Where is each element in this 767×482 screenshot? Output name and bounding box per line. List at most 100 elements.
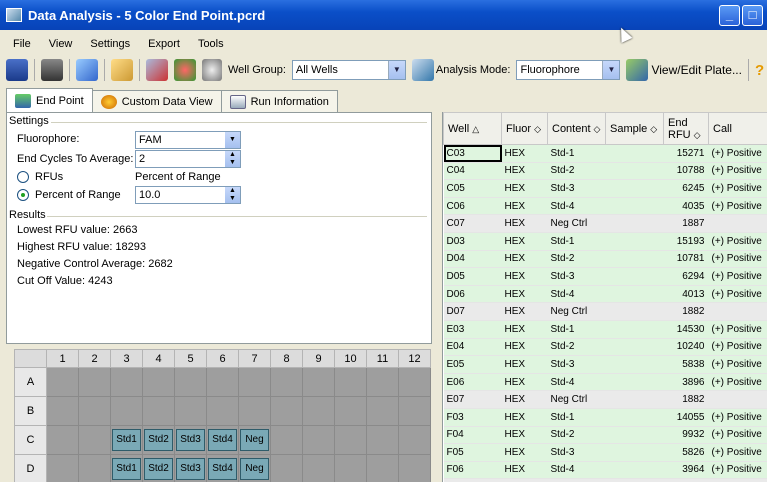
plate-well[interactable]: [46, 454, 79, 482]
chart-icon[interactable]: [76, 59, 98, 81]
spin-arrows-icon[interactable]: ▲ ▼: [225, 187, 240, 203]
plate-well[interactable]: [334, 425, 367, 455]
sort-icon[interactable]: ◇: [594, 124, 601, 134]
table-cell[interactable]: [605, 338, 664, 357]
plate-well[interactable]: [78, 454, 111, 482]
chevron-down-icon[interactable]: ▼: [225, 132, 240, 148]
table-cell[interactable]: HEX: [501, 162, 548, 181]
table-cell[interactable]: [605, 373, 664, 392]
plate-well[interactable]: [174, 367, 207, 397]
view-edit-plate-button[interactable]: View/Edit Plate...: [651, 63, 742, 77]
plate-row-header[interactable]: B: [14, 396, 47, 426]
column-header[interactable]: Fluor ◇: [501, 112, 548, 145]
table-cell[interactable]: Std-4: [547, 461, 606, 480]
table-cell[interactable]: Std-1: [547, 320, 606, 339]
menu-tools[interactable]: Tools: [189, 38, 233, 50]
table-cell[interactable]: Neg Ctrl: [547, 214, 606, 233]
tab-run-information[interactable]: Run Information: [220, 90, 338, 112]
table-cell[interactable]: C06: [443, 197, 502, 216]
table-cell[interactable]: [605, 426, 664, 445]
plate-well[interactable]: [110, 367, 143, 397]
table-cell[interactable]: 5826: [663, 443, 709, 462]
minimize-button[interactable]: _: [719, 5, 740, 26]
plate-well[interactable]: [206, 396, 239, 426]
plate-well[interactable]: Std2: [142, 454, 175, 482]
table-cell[interactable]: 1882: [663, 390, 709, 409]
column-header[interactable]: Well △: [443, 112, 502, 145]
table-cell[interactable]: C04: [443, 162, 502, 181]
table-cell[interactable]: F05: [443, 443, 502, 462]
plate-column-header[interactable]: 11: [366, 349, 399, 368]
table-cell[interactable]: Neg Ctrl: [547, 302, 606, 321]
table-row[interactable]: E07 HEX Neg Ctrl 1882: [443, 390, 767, 409]
table-row[interactable]: D07 HEX Neg Ctrl 1882: [443, 302, 767, 321]
table-cell[interactable]: HEX: [501, 461, 548, 480]
plate-well[interactable]: [46, 396, 79, 426]
column-header[interactable]: Call: [708, 112, 767, 145]
table-cell[interactable]: HEX: [501, 144, 548, 163]
plate-row-header[interactable]: A: [14, 367, 47, 397]
table-cell[interactable]: D03: [443, 232, 502, 251]
table-cell[interactable]: HEX: [501, 302, 548, 321]
plate-well[interactable]: Std1: [110, 425, 143, 455]
plate-well[interactable]: [398, 454, 431, 482]
plate-well[interactable]: [334, 454, 367, 482]
table-cell[interactable]: Neg Ctrl: [547, 390, 606, 409]
table-row[interactable]: E03 HEX Std-1 14530 (+) Positive: [443, 320, 767, 339]
table-row[interactable]: E05 HEX Std-3 5838 (+) Positive: [443, 355, 767, 374]
table-cell[interactable]: Std-3: [547, 179, 606, 198]
table-cell[interactable]: [605, 320, 664, 339]
plate-column-header[interactable]: 12: [398, 349, 431, 368]
table-cell[interactable]: 4013: [663, 285, 709, 304]
table-cell[interactable]: HEX: [501, 390, 548, 409]
table-row[interactable]: C07 HEX Neg Ctrl 1887: [443, 214, 767, 233]
table-cell[interactable]: HEX: [501, 179, 548, 198]
color-dyes-icon[interactable]: [174, 59, 196, 81]
table-cell[interactable]: D07: [443, 302, 502, 321]
chevron-down-icon[interactable]: ▼: [602, 61, 620, 79]
sort-icon[interactable]: ◇: [694, 130, 701, 140]
table-cell[interactable]: [708, 302, 767, 321]
table-cell[interactable]: Std-4: [547, 197, 606, 216]
table-cell[interactable]: (+) Positive: [708, 408, 767, 427]
plate-column-header[interactable]: 4: [142, 349, 175, 368]
well-group-icon[interactable]: [202, 59, 222, 81]
plate-well[interactable]: [366, 425, 399, 455]
table-cell[interactable]: [605, 355, 664, 374]
table-cell[interactable]: HEX: [501, 267, 548, 286]
table-cell[interactable]: Std-4: [547, 373, 606, 392]
maximize-button[interactable]: □: [742, 5, 763, 26]
table-cell[interactable]: 5838: [663, 355, 709, 374]
plate-well[interactable]: [302, 425, 335, 455]
table-cell[interactable]: (+) Positive: [708, 162, 767, 181]
plate-column-header[interactable]: 8: [270, 349, 303, 368]
plate-column-header[interactable]: 2: [78, 349, 111, 368]
table-cell[interactable]: HEX: [501, 250, 548, 269]
plate-well[interactable]: [302, 396, 335, 426]
table-row[interactable]: F06 HEX Std-4 3964 (+) Positive: [443, 461, 767, 480]
table-cell[interactable]: E04: [443, 338, 502, 357]
table-cell[interactable]: C07: [443, 214, 502, 233]
table-cell[interactable]: D06: [443, 285, 502, 304]
table-row[interactable]: C03 HEX Std-1 15271 (+) Positive: [443, 144, 767, 163]
plate-well[interactable]: [142, 367, 175, 397]
fluorophore-select[interactable]: FAM ▼: [135, 131, 241, 149]
table-cell[interactable]: (+) Positive: [708, 426, 767, 445]
table-cell[interactable]: (+) Positive: [708, 232, 767, 251]
sort-icon[interactable]: ◇: [650, 124, 657, 134]
table-cell[interactable]: Std-2: [547, 338, 606, 357]
table-cell[interactable]: HEX: [501, 408, 548, 427]
table-row[interactable]: D06 HEX Std-4 4013 (+) Positive: [443, 285, 767, 304]
table-cell[interactable]: (+) Positive: [708, 179, 767, 198]
table-cell[interactable]: (+) Positive: [708, 443, 767, 462]
table-cell[interactable]: (+) Positive: [708, 320, 767, 339]
table-cell[interactable]: Std-4: [547, 285, 606, 304]
table-cell[interactable]: (+) Positive: [708, 461, 767, 480]
table-row[interactable]: C04 HEX Std-2 10788 (+) Positive: [443, 162, 767, 181]
column-header[interactable]: Sample ◇: [605, 112, 664, 145]
table-cell[interactable]: [605, 390, 664, 409]
menu-settings[interactable]: Settings: [81, 38, 139, 50]
plate-well[interactable]: [270, 396, 303, 426]
table-cell[interactable]: Std-3: [547, 443, 606, 462]
menu-view[interactable]: View: [40, 38, 82, 50]
